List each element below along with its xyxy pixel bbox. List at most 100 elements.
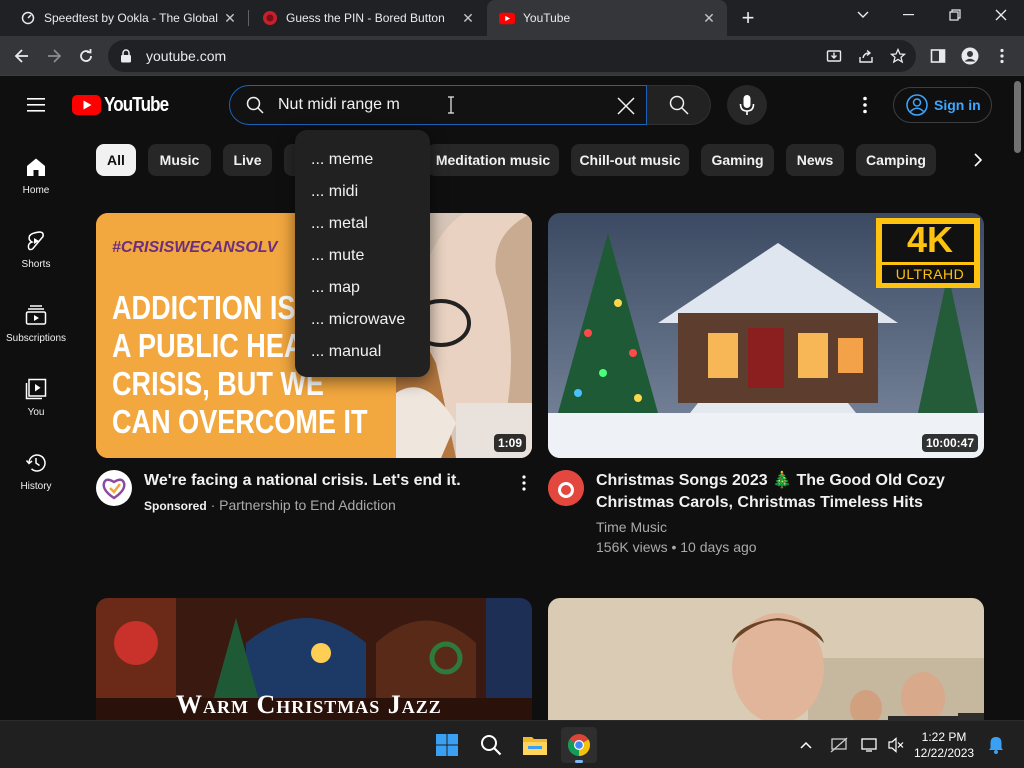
sidebar-item-you[interactable]: You xyxy=(0,369,72,443)
reload-icon[interactable] xyxy=(74,44,98,68)
close-tab-icon[interactable]: ✕ xyxy=(220,8,240,28)
chevron-right-icon[interactable] xyxy=(966,148,990,172)
tab-title: YouTube xyxy=(523,11,571,25)
display-icon[interactable] xyxy=(857,727,883,763)
title-line: Christmas Songs 2023 🎄 The Good Old Cozy xyxy=(596,472,945,489)
search-button[interactable] xyxy=(647,85,711,125)
youtube-logo-icon xyxy=(72,95,101,115)
sidebar-item-label: Home xyxy=(22,185,50,196)
close-window-button[interactable] xyxy=(978,0,1024,30)
chip-news[interactable]: News xyxy=(786,144,844,176)
search-input[interactable] xyxy=(278,96,598,114)
clock-date: 12/22/2023 xyxy=(914,746,975,760)
history-icon xyxy=(24,451,48,475)
logo-text: YouTube xyxy=(104,93,169,116)
taskbar-search-icon[interactable] xyxy=(473,727,509,763)
sidebar-item-label: You xyxy=(27,407,45,418)
suggestion-item[interactable]: ... microwave xyxy=(295,304,430,336)
account-icon xyxy=(906,94,928,116)
youtube-logo[interactable]: YouTube xyxy=(72,93,180,116)
sidebar-item-history[interactable]: History xyxy=(0,443,72,517)
chip-music[interactable]: Music xyxy=(148,144,211,176)
video-title[interactable]: Christmas Songs 2023 🎄 The Good Old Cozy… xyxy=(596,470,976,514)
4k-badge-top: 4K xyxy=(906,219,954,260)
video-thumbnail[interactable] xyxy=(548,598,984,720)
channel-avatar[interactable] xyxy=(96,470,132,506)
restore-button[interactable] xyxy=(932,0,978,30)
share-icon[interactable] xyxy=(854,44,878,68)
home-icon xyxy=(24,155,48,179)
lock-icon[interactable] xyxy=(120,49,136,63)
sidebar-item-shorts[interactable]: Shorts xyxy=(0,221,72,295)
file-explorer-icon[interactable] xyxy=(517,727,553,763)
tab-youtube[interactable]: YouTube ✕ xyxy=(487,0,727,36)
minimize-button[interactable] xyxy=(886,0,932,30)
url-text: youtube.com xyxy=(146,48,227,64)
heart-icon xyxy=(102,478,126,500)
thumbnail-art xyxy=(548,598,984,720)
chip-gaming[interactable]: Gaming xyxy=(701,144,774,176)
voice-search-button[interactable] xyxy=(727,85,767,125)
sign-in-button[interactable]: Sign in xyxy=(893,87,992,123)
chevron-up-icon[interactable] xyxy=(794,727,818,763)
search-box[interactable] xyxy=(229,85,647,125)
scrollbar-thumb[interactable] xyxy=(1014,81,1021,153)
new-tab-button[interactable]: + xyxy=(736,5,760,30)
address-bar[interactable]: youtube.com xyxy=(108,40,916,72)
suggestion-item[interactable]: ... mute xyxy=(295,240,430,272)
tab-speedtest[interactable]: Speedtest by Ookla - The Global ✕ xyxy=(8,0,248,36)
profile-icon[interactable] xyxy=(958,44,982,68)
channel-avatar[interactable] xyxy=(548,470,584,506)
page-scrollbar[interactable] xyxy=(1012,77,1024,720)
tab-search-chevron-icon[interactable] xyxy=(840,0,886,30)
headline-line: CAN OVERCOME IT xyxy=(112,403,368,440)
chrome-taskbar-icon[interactable] xyxy=(561,727,597,763)
tab-title: Guess the PIN - Bored Button xyxy=(286,11,445,25)
side-panel-icon[interactable] xyxy=(926,44,950,68)
browser-menu-icon[interactable] xyxy=(990,44,1014,68)
tab-title: Speedtest by Ookla - The Global xyxy=(44,11,218,25)
settings-more-icon[interactable] xyxy=(853,93,877,117)
video-thumbnail[interactable]: 4K ULTRAHD 10:00:47 xyxy=(548,213,984,458)
windows-start-icon[interactable] xyxy=(429,727,465,763)
sidebar-item-subscriptions[interactable]: Subscriptions xyxy=(0,295,72,369)
sidebar-item-label: History xyxy=(20,481,52,492)
video-menu-icon[interactable] xyxy=(512,471,536,495)
suggestion-item[interactable]: ... meme xyxy=(295,144,430,176)
sidebar-item-home[interactable]: Home xyxy=(0,147,72,221)
chip-all[interactable]: All xyxy=(96,144,136,176)
forward-arrow-icon[interactable] xyxy=(42,44,66,68)
sidebar-item-label: Subscriptions xyxy=(5,333,67,344)
chip-meditation-music[interactable]: Meditation music xyxy=(427,144,559,176)
search-icon xyxy=(669,95,689,115)
close-tab-icon[interactable]: ✕ xyxy=(699,8,719,28)
thumbnail-title: Warm Christmas Jazz xyxy=(176,690,442,719)
clear-search-button[interactable] xyxy=(612,92,640,120)
taskbar-clock[interactable]: 1:22 PM 12/22/2023 xyxy=(914,729,974,761)
video-title[interactable]: We're facing a national crisis. Let's en… xyxy=(144,470,504,492)
chip-chill-out-music[interactable]: Chill-out music xyxy=(571,144,689,176)
volume-muted-icon[interactable] xyxy=(884,727,908,763)
chip-camping[interactable]: Camping xyxy=(856,144,936,176)
back-arrow-icon[interactable] xyxy=(10,44,34,68)
guide-menu-icon[interactable] xyxy=(24,93,48,117)
close-tab-icon[interactable]: ✕ xyxy=(458,8,478,28)
bookmark-star-icon[interactable] xyxy=(886,44,910,68)
advertiser-name[interactable]: Partnership to End Addiction xyxy=(219,497,396,513)
notification-bell-icon[interactable] xyxy=(984,727,1008,763)
suggestion-item[interactable]: ... midi xyxy=(295,176,430,208)
network-icon[interactable] xyxy=(826,727,852,763)
chip-live[interactable]: Live xyxy=(223,144,272,176)
shorts-icon xyxy=(24,229,48,253)
subscriptions-icon xyxy=(24,303,48,327)
bored-button-favicon-icon xyxy=(262,10,278,26)
video-thumbnail[interactable]: Warm Christmas Jazz xyxy=(96,598,532,720)
channel-name[interactable]: Time Music xyxy=(596,517,667,537)
4k-badge-bottom: ULTRAHD xyxy=(895,266,965,282)
suggestion-item[interactable]: ... metal xyxy=(295,208,430,240)
tab-guess-the-pin[interactable]: Guess the PIN - Bored Button ✕ xyxy=(250,0,486,36)
suggestion-item[interactable]: ... map xyxy=(295,272,430,304)
suggestion-item[interactable]: ... manual xyxy=(295,336,430,368)
install-app-icon[interactable] xyxy=(822,44,846,68)
title-line: Christmas Carols, Christmas Timeless Hit… xyxy=(596,494,923,511)
